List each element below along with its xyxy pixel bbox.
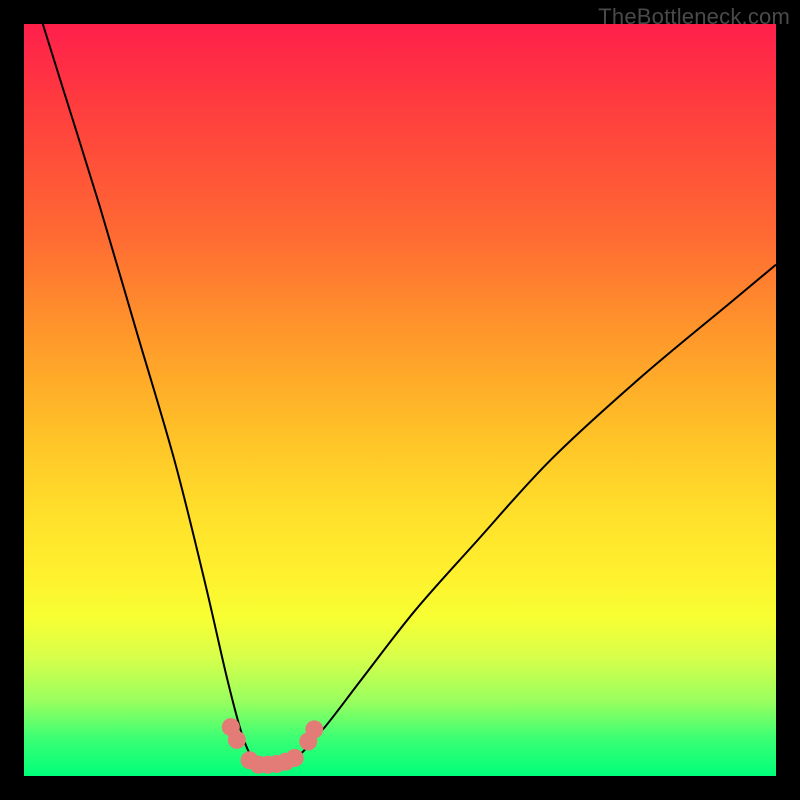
bottleneck-curve (24, 0, 776, 766)
trough-marker (305, 720, 323, 738)
trough-marker (286, 749, 304, 767)
trough-markers (222, 718, 323, 774)
curve-svg (24, 24, 776, 776)
plot-area (24, 24, 776, 776)
trough-marker (228, 731, 246, 749)
watermark-text: TheBottleneck.com (598, 4, 790, 30)
chart-frame: TheBottleneck.com (0, 0, 800, 800)
